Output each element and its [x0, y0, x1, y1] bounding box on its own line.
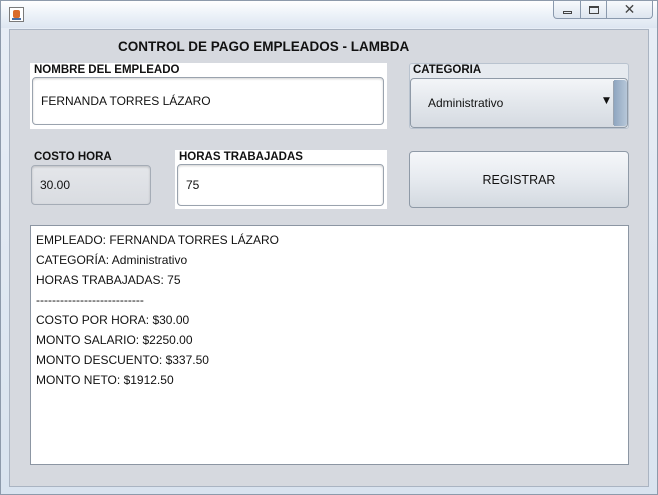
register-button[interactable]: REGISTRAR — [409, 151, 629, 208]
result-line: CATEGORÍA: Administrativo — [36, 253, 188, 267]
hours-worked-field[interactable]: 75 — [177, 164, 384, 206]
employee-name-panel: NOMBRE DEL EMPLEADO FERNANDA TORRES LÁZA… — [30, 63, 387, 129]
form-panel: CONTROL DE PAGO EMPLEADOS - LAMBDA NOMBR… — [9, 29, 649, 487]
result-line: HORAS TRABAJADAS: 75 — [36, 273, 181, 287]
category-selected-value: Administrativo — [428, 96, 504, 110]
hours-worked-value: 75 — [186, 178, 200, 192]
app-window: ✕ CONTROL DE PAGO EMPLEADOS - LAMBDA NOM… — [0, 0, 658, 495]
combo-scroll-area[interactable] — [614, 80, 627, 126]
close-button[interactable]: ✕ — [607, 1, 653, 19]
maximize-icon — [588, 5, 599, 14]
category-label: CATEGORIA — [413, 64, 482, 76]
title-bar[interactable]: ✕ — [1, 1, 657, 28]
form-heading: CONTROL DE PAGO EMPLEADOS - LAMBDA — [118, 39, 410, 54]
java-app-icon[interactable] — [9, 7, 24, 22]
maximize-button[interactable] — [581, 1, 607, 19]
result-line: --------------------------- — [36, 293, 144, 307]
hours-worked-label: HORAS TRABAJADAS — [179, 151, 303, 163]
employee-name-label: NOMBRE DEL EMPLEADO — [34, 64, 180, 76]
close-icon: ✕ — [623, 1, 636, 18]
window-controls: ✕ — [553, 1, 653, 19]
hourly-cost-value: 30.00 — [40, 178, 71, 192]
result-line: MONTO DESCUENTO: $337.50 — [36, 353, 209, 367]
result-line: COSTO POR HORA: $30.00 — [36, 313, 190, 327]
category-panel: CATEGORIA Administrativo ▼ — [409, 63, 629, 129]
minimize-button[interactable] — [553, 1, 581, 19]
result-textarea[interactable]: EMPLEADO: FERNANDA TORRES LÁZARO CATEGOR… — [30, 225, 629, 465]
hours-worked-panel: HORAS TRABAJADAS 75 — [175, 150, 387, 209]
employee-name-field[interactable]: FERNANDA TORRES LÁZARO — [32, 77, 384, 125]
result-line: EMPLEADO: FERNANDA TORRES LÁZARO — [36, 233, 279, 247]
chevron-down-icon[interactable]: ▼ — [603, 96, 610, 106]
minimize-icon — [562, 11, 572, 14]
result-line: MONTO NETO: $1912.50 — [36, 373, 174, 387]
hourly-cost-label: COSTO HORA — [34, 151, 112, 163]
employee-name-value: FERNANDA TORRES LÁZARO — [41, 94, 211, 108]
result-line: MONTO SALARIO: $2250.00 — [36, 333, 193, 347]
category-select[interactable]: Administrativo ▼ — [410, 78, 628, 128]
hourly-cost-field: 30.00 — [31, 165, 151, 205]
